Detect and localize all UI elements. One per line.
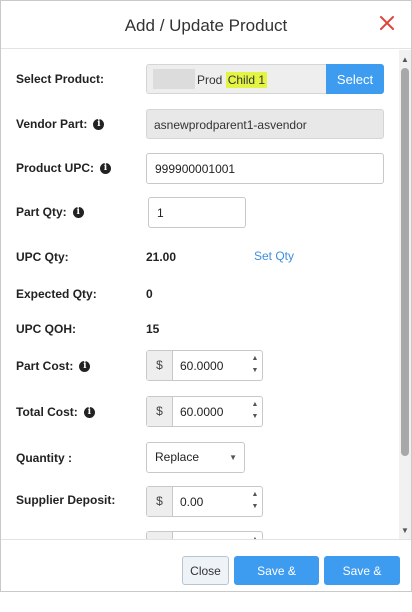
vendor-part-field: asnewprodparent1-asvendor (146, 109, 384, 139)
part-qty-label: Part Qty: i (16, 205, 84, 219)
expected-qty-label-text: Expected Qty: (16, 287, 97, 301)
quantity-selected-value: Replace (155, 450, 200, 464)
partial-money-field: $ ▲ (146, 531, 263, 539)
set-qty-link[interactable]: Set Qty (254, 249, 294, 263)
dialog-body: Select Product: Prod Child 1 Select Vend… (1, 50, 399, 539)
spin-up-icon[interactable]: ▲ (249, 399, 261, 411)
part-cost-label-text: Part Cost: (16, 359, 74, 373)
scroll-thumb[interactable] (401, 68, 409, 456)
info-icon[interactable]: i (100, 162, 111, 174)
part-qty-label-text: Part Qty: (16, 205, 67, 219)
quantity-label: Quantity : (16, 451, 72, 465)
supplier-deposit-input[interactable] (174, 487, 248, 516)
scroll-up-icon[interactable]: ▲ (399, 54, 411, 66)
total-cost-stepper[interactable]: ▲ ▼ (249, 399, 261, 424)
spin-down-icon[interactable]: ▼ (249, 365, 261, 377)
currency-addon: $ (147, 351, 173, 380)
upc-qty-label-text: UPC Qty: (16, 250, 69, 264)
select-product-label-text: Select Product: (16, 72, 105, 86)
select-product-button[interactable]: Select (326, 64, 384, 94)
supplier-deposit-label-text: Supplier Deposit: (16, 493, 116, 507)
spin-up-icon[interactable]: ▲ (249, 353, 261, 365)
info-icon[interactable]: i (72, 206, 84, 218)
expected-qty-label: Expected Qty: (16, 287, 97, 301)
product-dialog: Add / Update Product Select Product: Pro… (0, 0, 412, 605)
upc-qoh-label: UPC QOH: (16, 322, 76, 336)
spin-down-icon[interactable]: ▼ (249, 411, 261, 423)
currency-addon: $ (147, 532, 173, 539)
spin-down-icon[interactable]: ▼ (249, 501, 261, 513)
total-cost-label: Total Cost: i (16, 405, 95, 419)
upc-qoh-value: 15 (146, 322, 160, 336)
supplier-deposit-field: $ ▲ ▼ (146, 486, 263, 517)
close-button[interactable]: Close (182, 556, 229, 585)
total-cost-input[interactable] (174, 397, 248, 426)
product-upc-input[interactable] (146, 153, 384, 184)
dialog-header: Add / Update Product (1, 1, 411, 49)
product-name-highlight: Child 1 (225, 72, 268, 88)
currency-addon: $ (147, 487, 173, 516)
spin-up-icon[interactable]: ▲ (249, 489, 261, 501)
chevron-down-icon: ▼ (229, 453, 237, 462)
expected-qty-value: 0 (146, 287, 153, 301)
save-close-button[interactable]: Save & Close (234, 556, 319, 605)
part-cost-field: $ ▲ ▼ (146, 350, 263, 381)
product-upc-label: Product UPC: i (16, 161, 111, 175)
upc-qty-label: UPC Qty: (16, 250, 69, 264)
selected-product-name: Prod Child 1 (197, 72, 268, 88)
selected-product-display: Prod Child 1 (146, 64, 327, 94)
partial-money-input[interactable] (174, 532, 248, 539)
info-icon[interactable]: i (93, 118, 105, 130)
info-icon[interactable]: i (79, 360, 91, 372)
total-cost-label-text: Total Cost: (16, 405, 78, 419)
part-cost-label: Part Cost: i (16, 359, 91, 373)
upc-qty-value: 21.00 (146, 250, 177, 264)
quantity-select[interactable]: Replace ▼ (146, 442, 245, 473)
vertical-scrollbar[interactable]: ▲ ▼ (399, 50, 411, 539)
close-icon[interactable] (377, 13, 397, 33)
currency-addon: $ (147, 397, 173, 426)
scroll-down-icon[interactable]: ▼ (399, 525, 411, 537)
upc-qoh-label-text: UPC QOH: (16, 322, 76, 336)
save-add-button[interactable]: Save & Add (324, 556, 400, 605)
quantity-label-text: Quantity : (16, 451, 72, 465)
dialog-title: Add / Update Product (124, 16, 288, 35)
product-upc-label-text: Product UPC: (16, 161, 94, 175)
vendor-part-label: Vendor Part: i (16, 117, 105, 131)
part-cost-stepper[interactable]: ▲ ▼ (249, 353, 261, 378)
part-qty-input[interactable] (148, 197, 246, 228)
vendor-part-label-text: Vendor Part: (16, 117, 88, 131)
dialog-footer: Close Save & Close Save & Add (1, 539, 411, 605)
supplier-deposit-stepper[interactable]: ▲ ▼ (249, 489, 261, 514)
supplier-deposit-label: Supplier Deposit: (16, 493, 115, 507)
product-name-prefix: Prod (197, 73, 223, 87)
part-cost-input[interactable] (174, 351, 248, 380)
total-cost-field: $ ▲ ▼ (146, 396, 263, 427)
product-image-placeholder (153, 69, 195, 89)
info-icon[interactable]: i (83, 406, 95, 418)
select-product-label: Select Product: (16, 72, 104, 86)
